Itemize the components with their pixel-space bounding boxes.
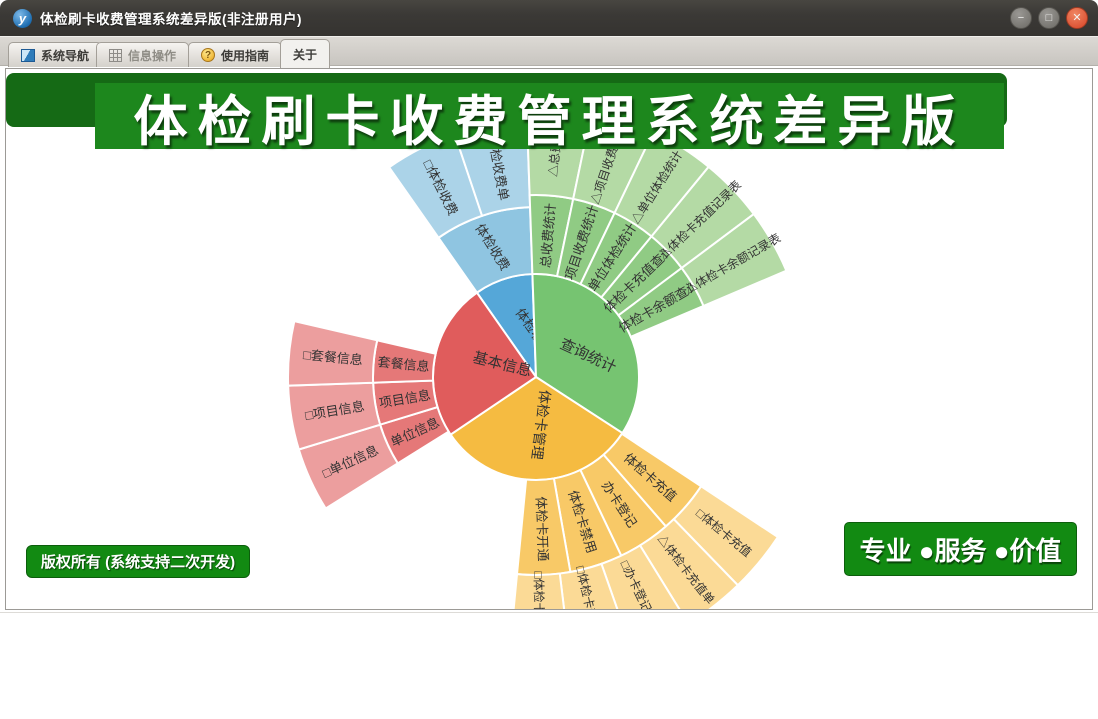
slogan-badge: 专业 ●服务 ●价值 [844, 522, 1077, 576]
window-title: 体检刷卡收费管理系统差异版(非注册用户) [40, 12, 302, 27]
banner: 体检刷卡收费管理系统差异版 [95, 83, 1004, 152]
tab-about[interactable]: 关于 [280, 39, 331, 68]
tab-label: 信息操作 [128, 48, 177, 63]
maximize-button[interactable]: □ [1038, 7, 1060, 29]
window-controls: − □ ✕ [1010, 7, 1088, 29]
tab-label: 关于 [293, 47, 318, 62]
window-navigation-icon [21, 48, 35, 62]
grid-icon [109, 48, 122, 62]
tab-label: 系统导航 [41, 48, 90, 63]
tab-user-guide[interactable]: ? 使用指南 [188, 42, 283, 67]
sunburst-label[interactable]: □体检卡开通 [531, 571, 547, 609]
toolbar: 系统导航 信息操作 ? 使用指南 关于 [0, 36, 1098, 68]
minimize-button[interactable]: − [1010, 7, 1032, 29]
application-window: y 体检刷卡收费管理系统差异版(非注册用户) − □ ✕ 系统导航 信息操作 ?… [0, 0, 1098, 719]
copyright-badge: 版权所有 (系统支持二次开发) [26, 545, 250, 578]
content-panel: 体检收费查询统计体检卡管理基本信息体检收费□体检收费体检收费单总收费统计项目收费… [5, 68, 1093, 610]
window-title-bar[interactable]: y 体检刷卡收费管理系统差异版(非注册用户) − □ ✕ [0, 0, 1098, 36]
page-title: 体检刷卡收费管理系统差异版 [133, 91, 966, 152]
help-coin-icon: ? [201, 48, 215, 62]
tab-label: 使用指南 [221, 48, 270, 63]
close-button[interactable]: ✕ [1066, 7, 1088, 29]
tab-information-operation[interactable]: 信息操作 [96, 42, 190, 67]
tab-system-navigation[interactable]: 系统导航 [8, 42, 103, 67]
panel-underline [0, 612, 1098, 613]
sunburst-label[interactable]: 体检卡开通 [533, 496, 551, 562]
app-icon: y [13, 8, 32, 28]
